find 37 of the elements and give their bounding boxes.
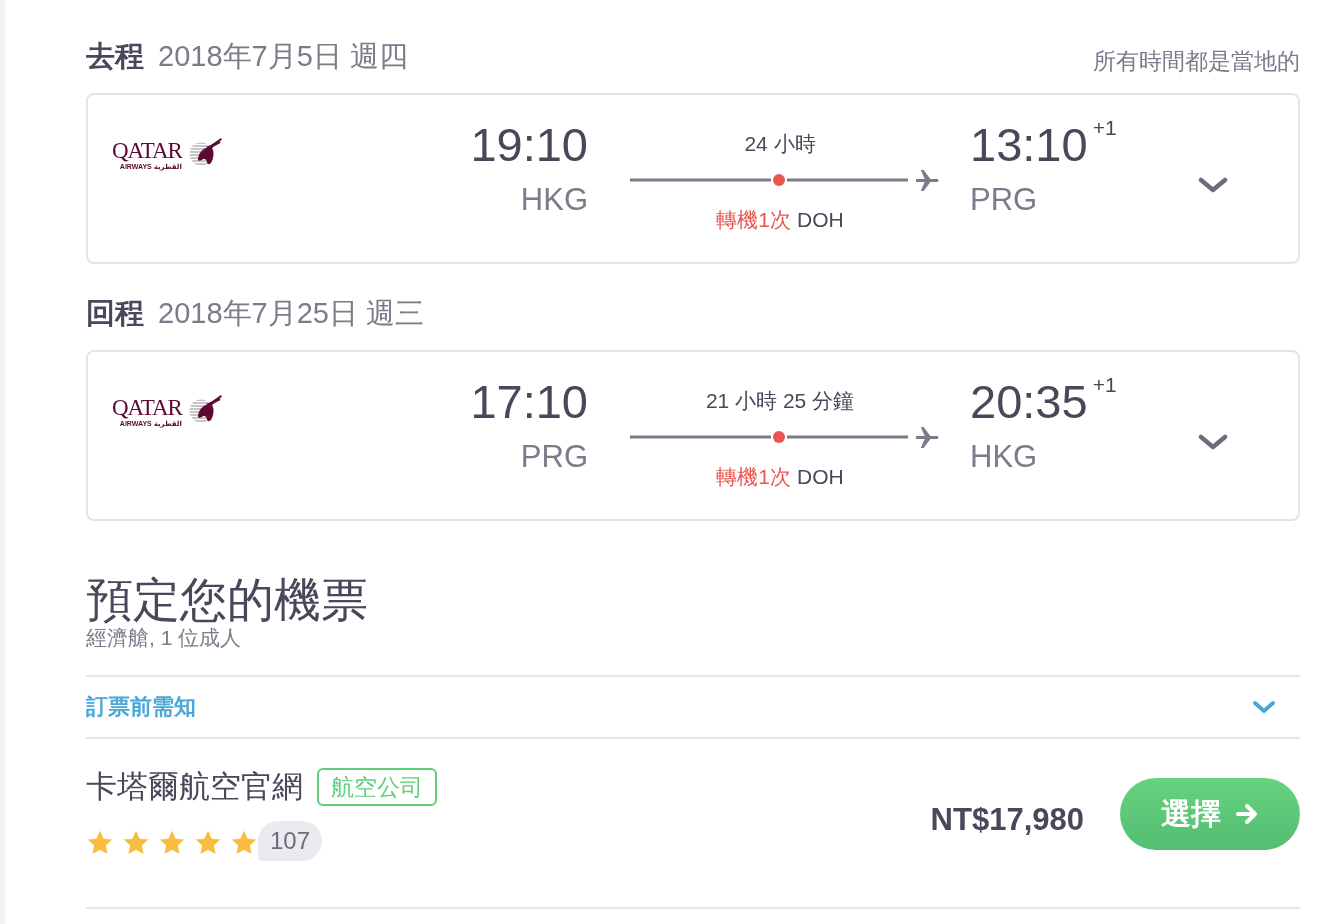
flight-duration: 24 小時: [743, 131, 817, 157]
airline-logo-wordmark: QATAR: [112, 139, 182, 163]
review-count: 107: [258, 821, 323, 861]
flight-duration: 21 小時 25 分鐘: [704, 388, 856, 414]
leg-date: 2018年7月25日 週三: [158, 296, 424, 331]
day-offset: +1: [1092, 117, 1117, 139]
departure-time: 17:10: [470, 377, 588, 427]
arrival-airport: HKG: [970, 439, 1038, 475]
provider-name: 卡塔爾航空官網: [86, 768, 303, 806]
chevron-down-icon[interactable]: [1198, 434, 1228, 451]
leg-date: 2018年7月5日 週四: [158, 39, 408, 74]
stops-count: 轉機1次: [716, 465, 791, 488]
chevron-down-icon[interactable]: [1252, 700, 1276, 714]
airplane-icon: [916, 426, 939, 448]
arrival-airport: PRG: [970, 182, 1038, 218]
stopover-airport: DOH: [797, 465, 844, 488]
stopover-airport: DOH: [797, 208, 844, 231]
chevron-down-icon[interactable]: [1198, 177, 1228, 194]
local-time-note: 所有時間都是當地的: [1093, 46, 1300, 76]
leg-direction: 去程: [86, 39, 144, 74]
airline-logo-wordmark: QATAR: [112, 396, 182, 420]
leg-direction: 回程: [86, 296, 144, 331]
provider-tag: 航空公司: [317, 768, 437, 806]
arrow-right-icon: [1235, 803, 1259, 825]
arrival-time: 20:35: [970, 377, 1088, 427]
arrival-time: 13:10: [970, 120, 1088, 170]
departure-airport: HKG: [520, 182, 588, 218]
departure-airport: PRG: [520, 439, 588, 475]
stops-count: 轉機1次: [716, 208, 791, 231]
select-button[interactable]: 選擇: [1120, 778, 1300, 850]
booking-notice-link[interactable]: 訂票前需知: [86, 692, 196, 722]
departure-time: 19:10: [470, 120, 588, 170]
offer-price: NT$17,980: [930, 802, 1084, 838]
booking-title: 預定您的機票: [86, 572, 368, 627]
day-offset: +1: [1092, 374, 1117, 396]
booking-subtitle: 經濟艙, 1 位成人: [86, 625, 242, 651]
airplane-icon: [916, 169, 939, 191]
